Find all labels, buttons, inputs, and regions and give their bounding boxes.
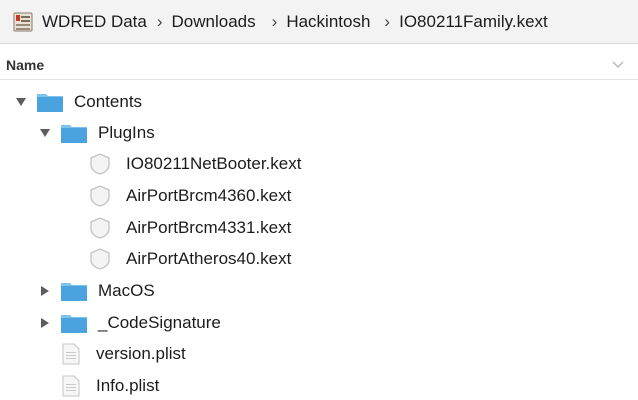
list-item-contents[interactable]: Contents bbox=[14, 88, 142, 116]
folder-icon bbox=[60, 280, 88, 302]
external-drive-icon bbox=[13, 12, 33, 31]
disclosure-triangle-expanded-icon[interactable] bbox=[38, 126, 52, 140]
kext-bundle-icon bbox=[86, 217, 114, 239]
column-header-name[interactable]: Name bbox=[0, 50, 638, 80]
kext-bundle-icon bbox=[86, 185, 114, 207]
list-item-airportatheros40[interactable]: AirPortAtheros40.kext bbox=[86, 245, 291, 273]
list-item-label: IO80211NetBooter.kext bbox=[126, 154, 302, 173]
list-item-codesignature[interactable]: _CodeSignature bbox=[38, 309, 221, 337]
list-item-label: AirPortBrcm4360.kext bbox=[126, 186, 292, 205]
breadcrumb-separator-icon: › bbox=[384, 11, 391, 31]
folder-icon bbox=[36, 91, 64, 113]
breadcrumb-kext[interactable]: IO80211Family.kext bbox=[399, 12, 548, 32]
breadcrumb-label-drive: WDRED Data bbox=[42, 11, 147, 31]
list-item-info-plist[interactable]: Info.plist bbox=[60, 372, 159, 400]
list-item-label: version.plist bbox=[96, 344, 186, 363]
breadcrumb-separator-icon: › bbox=[156, 11, 163, 31]
path-bar: WDRED Data › Downloads › Hackintosh › IO… bbox=[0, 0, 638, 44]
kext-bundle-icon bbox=[86, 248, 114, 270]
column-header-label: Name bbox=[6, 56, 45, 73]
disclosure-triangle-collapsed-icon[interactable] bbox=[38, 316, 52, 330]
list-item-version-plist[interactable]: version.plist bbox=[60, 340, 186, 368]
sort-chevron-down-icon[interactable] bbox=[612, 61, 624, 69]
list-item-label: _CodeSignature bbox=[98, 313, 221, 332]
list-item-label: AirPortAtheros40.kext bbox=[126, 249, 292, 268]
folder-icon bbox=[60, 312, 88, 334]
list-item-airportbrcm4331[interactable]: AirPortBrcm4331.kext bbox=[86, 214, 291, 242]
breadcrumb-hackintosh[interactable]: Hackintosh bbox=[286, 12, 370, 32]
list-item-airportbrcm4360[interactable]: AirPortBrcm4360.kext bbox=[86, 182, 291, 210]
disclosure-triangle-collapsed-icon[interactable] bbox=[38, 284, 52, 298]
kext-bundle-icon bbox=[86, 153, 114, 175]
list-item-label: PlugIns bbox=[98, 123, 155, 142]
list-item-label: MacOS bbox=[98, 281, 155, 300]
list-item-macos[interactable]: MacOS bbox=[38, 277, 155, 305]
plist-document-icon bbox=[60, 343, 82, 365]
breadcrumb-drive[interactable]: WDRED Data bbox=[10, 10, 147, 34]
plist-document-icon bbox=[60, 375, 82, 397]
list-item-io80211netbooter[interactable]: IO80211NetBooter.kext bbox=[86, 150, 301, 178]
list-item-label: AirPortBrcm4331.kext bbox=[126, 218, 292, 237]
list-item-label: Contents bbox=[74, 92, 143, 111]
breadcrumb-separator-icon: › bbox=[271, 11, 278, 31]
breadcrumb-downloads[interactable]: Downloads bbox=[172, 12, 256, 32]
list-item-plugins[interactable]: PlugIns bbox=[38, 119, 155, 147]
disclosure-triangle-expanded-icon[interactable] bbox=[14, 95, 28, 109]
list-item-label: Info.plist bbox=[96, 376, 160, 395]
folder-icon bbox=[60, 122, 88, 144]
